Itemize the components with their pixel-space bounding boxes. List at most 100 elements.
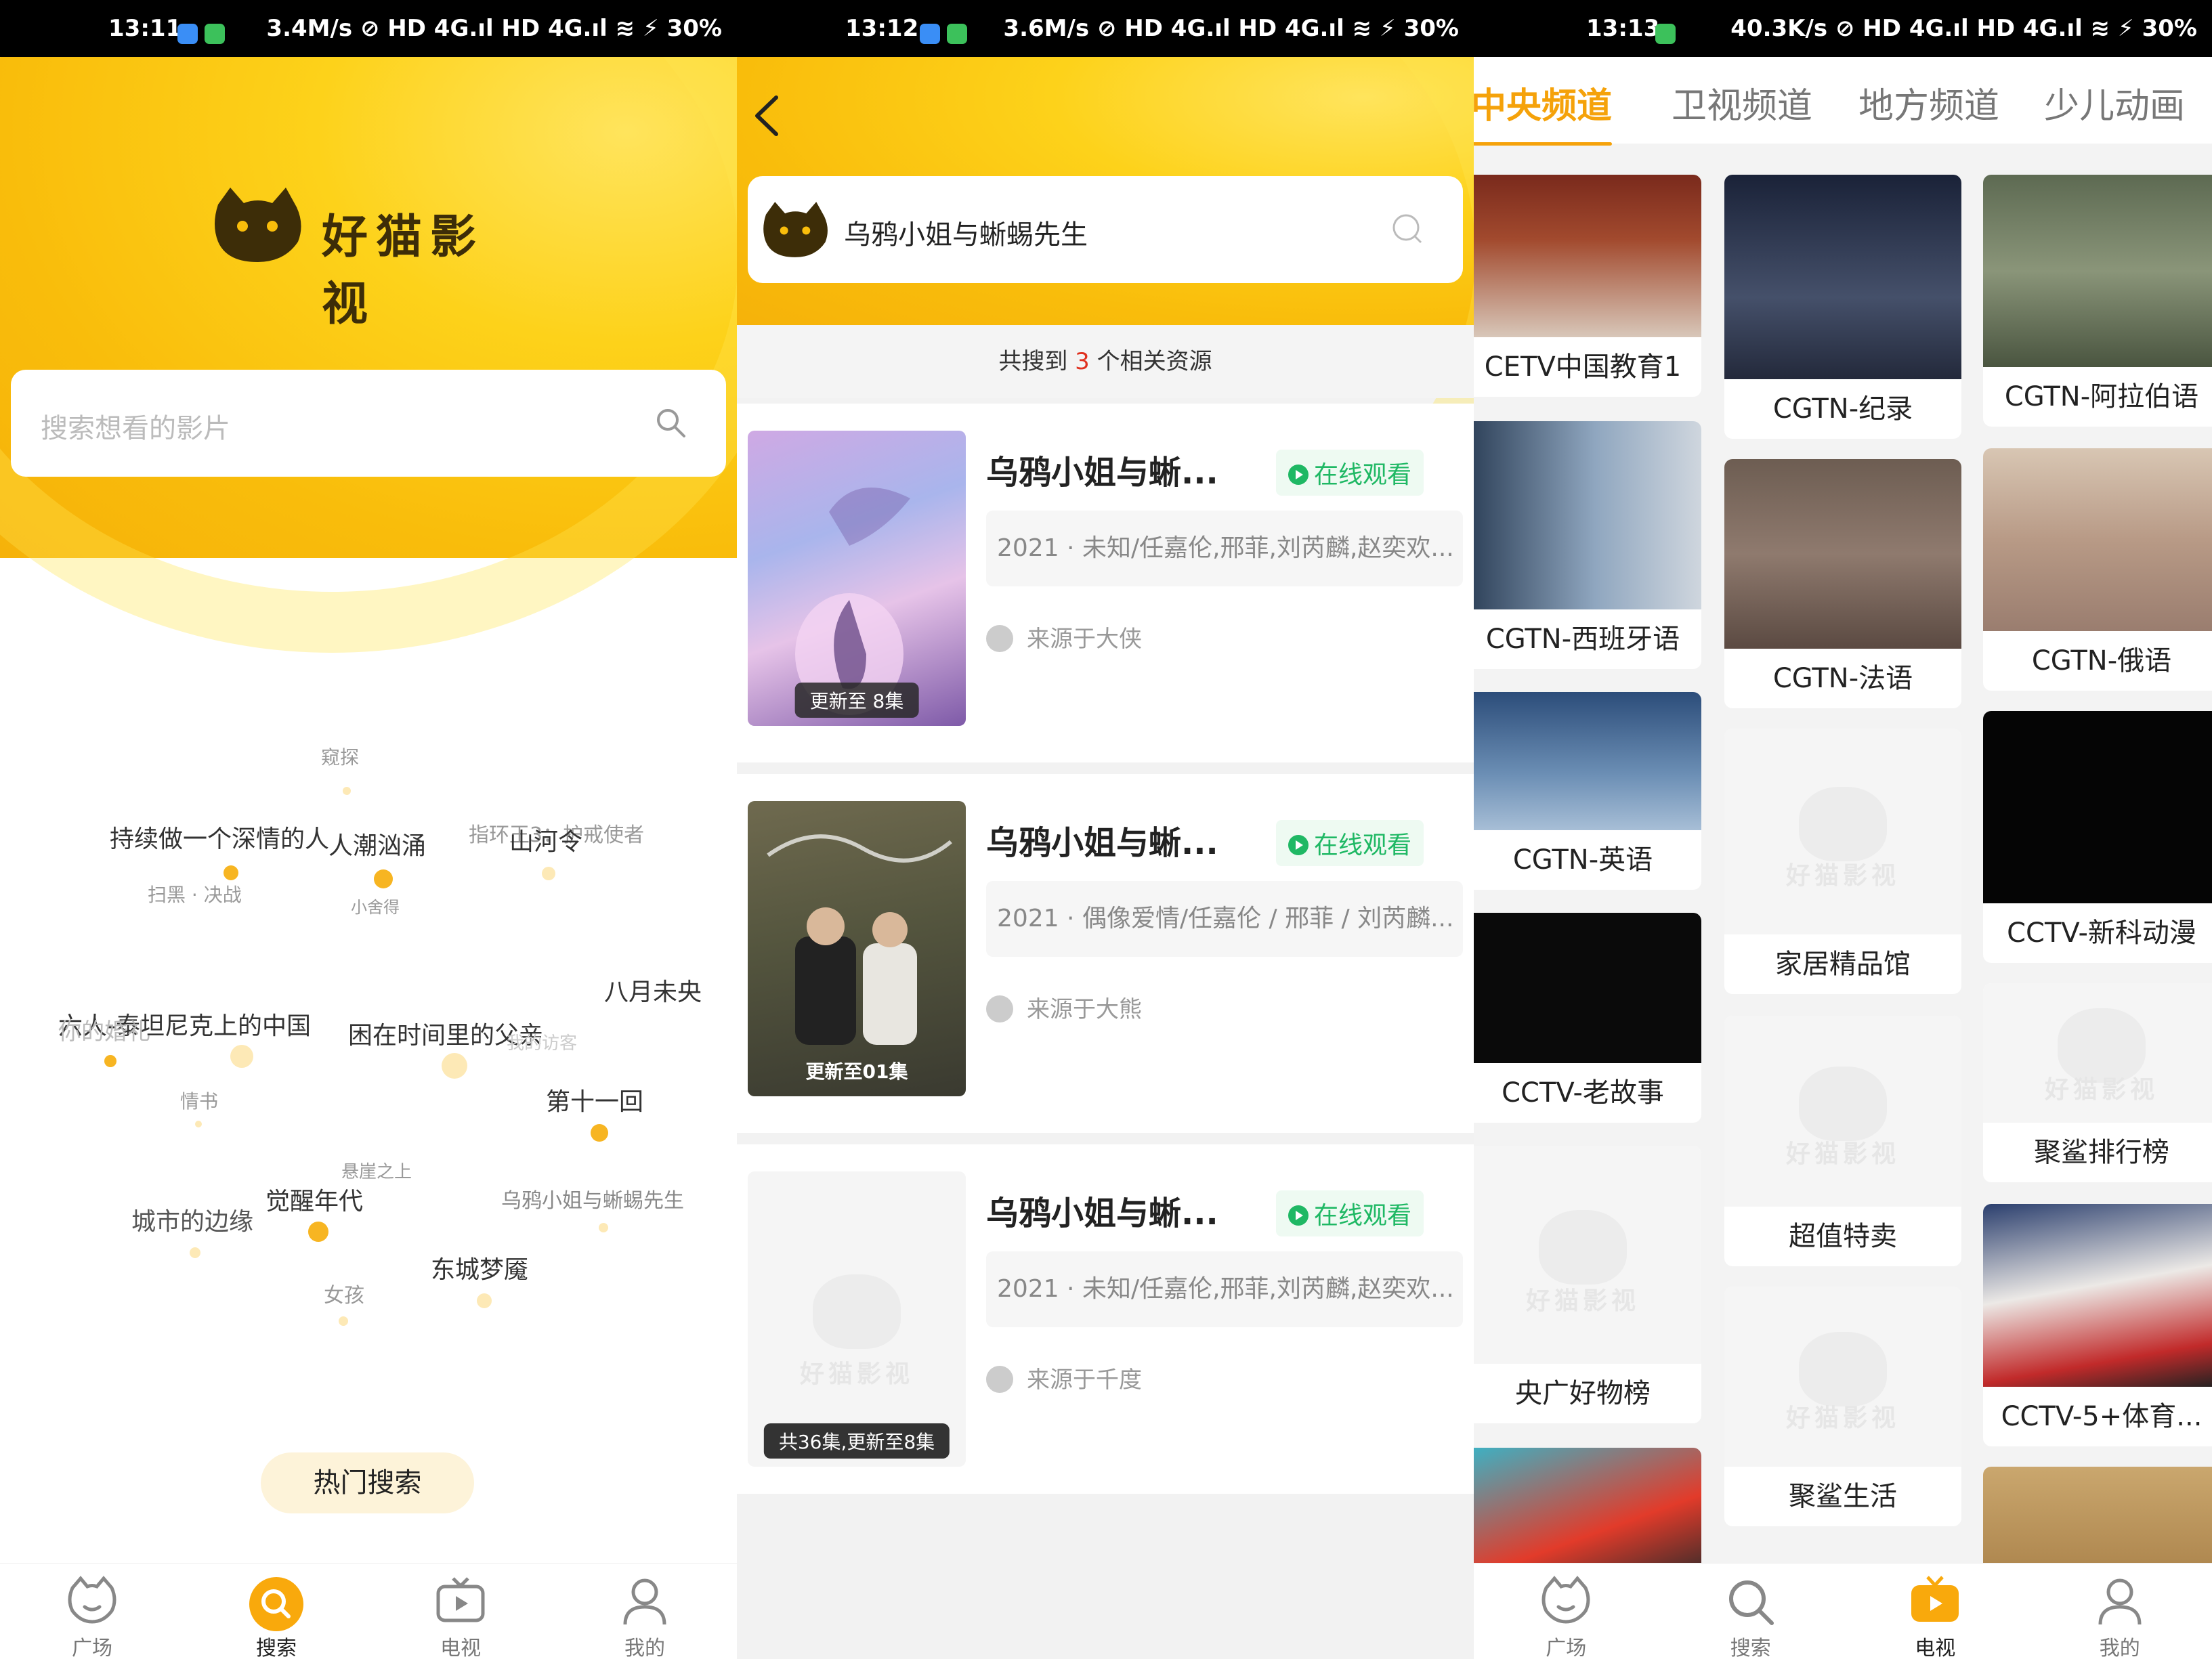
placeholder-cat-icon	[1799, 1332, 1887, 1406]
status-indicators: 3.6M/s ⊘ HD 4G.ıl HD 4G.ıl ≋ ⚡ 30%	[1003, 15, 1459, 42]
cloud-term[interactable]: 你的婚礼	[58, 1013, 150, 1046]
cloud-dot	[195, 1121, 202, 1127]
search-bar[interactable]: 乌鸦小姐与蜥蜴先生	[748, 176, 1463, 283]
channel-thumbnail	[1983, 175, 2212, 367]
tab-tv[interactable]: 电视	[368, 1564, 553, 1659]
result-poster[interactable]: 更新至 8集	[748, 431, 966, 726]
channel-thumbnail	[1724, 459, 1961, 649]
status-indicators: 40.3K/s ⊘ HD 4G.ıl HD 4G.ıl ≋ ⚡ 30%	[1730, 15, 2197, 42]
source-avatar-icon	[986, 1366, 1013, 1393]
tv-icon	[436, 1577, 485, 1622]
cloud-term[interactable]: 乌鸦小姐与蜥蜴先生	[501, 1184, 684, 1213]
watch-online-button[interactable]: 在线观看	[1276, 820, 1424, 866]
channel-card[interactable]: 好猫影视 聚鲨生活	[1724, 1287, 1961, 1526]
channel-card[interactable]: CCTV-老故事	[1474, 913, 1701, 1123]
cat-logo-icon	[215, 188, 301, 262]
cloud-term[interactable]: 城市的边缘	[131, 1202, 253, 1237]
profile-icon	[623, 1578, 666, 1625]
app-notification-icons	[171, 19, 225, 46]
status-bar: 13:12 3.6M/s ⊘ HD 4G.ıl HD 4G.ıl ≋ ⚡ 30%	[737, 0, 1474, 57]
tab-profile[interactable]: 我的	[2028, 1564, 2212, 1659]
cloud-dot	[477, 1293, 492, 1308]
placeholder-cat-icon	[1539, 1210, 1627, 1285]
watch-label: 在线观看	[1314, 832, 1412, 859]
watch-online-button[interactable]: 在线观看	[1276, 450, 1424, 496]
tab-search[interactable]: 搜索	[184, 1564, 368, 1659]
channel-name: 央广好物榜	[1515, 1378, 1651, 1409]
status-bar: 13:13 40.3K/s ⊘ HD 4G.ıl HD 4G.ıl ≋ ⚡ 30…	[1474, 0, 2212, 57]
placeholder-logo-text: 好猫影视	[2044, 1075, 2158, 1104]
placeholder-cat-icon	[1799, 1066, 1887, 1141]
result-title[interactable]: 乌鸦小姐与蜥...	[986, 446, 1218, 493]
status-bar: 13:11 3.4M/s ⊘ HD 4G.ıl HD 4G.ıl ≋ ⚡ 30%	[0, 0, 737, 57]
channel-name: CCTV-新科动漫	[2007, 918, 2196, 949]
tab-cctv[interactable]: 中央频道	[1474, 77, 1613, 146]
source-label: 来源于大熊	[1027, 996, 1142, 1023]
result-poster[interactable]: 好猫影视 共36集,更新至8集	[748, 1171, 966, 1467]
tab-satellite[interactable]: 卫视频道	[1672, 77, 1812, 128]
cloud-term[interactable]: 人潮汹涌	[328, 826, 426, 861]
channel-card[interactable]: 好猫影视 超值特卖	[1724, 1016, 1961, 1266]
cloud-term[interactable]: 小舍得	[351, 894, 400, 918]
search-icon[interactable]	[1391, 213, 1424, 245]
cloud-term[interactable]: 女孩	[324, 1278, 364, 1308]
poster-art	[795, 488, 910, 715]
cloud-term[interactable]: 扫黑 · 决战	[148, 880, 242, 907]
cloud-term[interactable]: 情书	[180, 1087, 218, 1114]
cloud-term[interactable]: 山河令	[509, 822, 582, 857]
search-bar[interactable]: 搜索想看的影片	[11, 370, 726, 477]
channel-card[interactable]: CGTN-英语	[1474, 692, 1701, 890]
result-title[interactable]: 乌鸦小姐与蜥...	[986, 816, 1218, 863]
tab-kids[interactable]: 少儿动画	[2044, 77, 2185, 128]
placeholder-logo-text: 好猫影视	[1785, 1404, 1900, 1432]
tab-plaza[interactable]: 广场	[0, 1564, 184, 1659]
result-source: 来源于大侠	[986, 620, 1142, 653]
channel-name: CGTN-俄语	[2031, 645, 2172, 676]
cloud-term[interactable]: 持续做一个深情的人	[110, 819, 329, 855]
result-card[interactable]: 更新至 8集 乌鸦小姐与蜥... 在线观看 2021 · 未知/任嘉伦,邢菲,刘…	[737, 404, 1474, 762]
search-icon[interactable]	[654, 406, 687, 439]
result-card[interactable]: 好猫影视 共36集,更新至8集 乌鸦小姐与蜥... 在线观看 2021 · 未知…	[737, 1144, 1474, 1494]
cloud-term[interactable]: 第十一回	[546, 1082, 643, 1117]
result-meta: 2021 · 未知/任嘉伦,邢菲,刘芮麟,赵奕欢...	[986, 1251, 1463, 1327]
cloud-term[interactable]: 东城梦魇	[431, 1250, 528, 1285]
tab-label: 搜索	[256, 1637, 297, 1659]
status-time: 13:12	[845, 15, 919, 42]
tab-search[interactable]: 搜索	[1659, 1564, 1844, 1659]
placeholder-logo-text: 好猫影视	[1785, 862, 1900, 890]
result-title[interactable]: 乌鸦小姐与蜥...	[986, 1186, 1218, 1234]
watch-online-button[interactable]: 在线观看	[1276, 1190, 1424, 1236]
cloud-term[interactable]: 我的访客	[507, 1029, 577, 1054]
result-card[interactable]: 更新至01集 乌鸦小姐与蜥... 在线观看 2021 · 偶像爱情/任嘉伦 / …	[737, 774, 1474, 1133]
tab-profile[interactable]: 我的	[553, 1564, 737, 1659]
channel-card[interactable]: CGTN-法语	[1724, 459, 1961, 708]
placeholder-logo-text: 好猫影视	[799, 1360, 914, 1389]
search-input[interactable]: 搜索想看的影片	[41, 406, 230, 446]
channel-card[interactable]: CGTN-俄语	[1983, 448, 2212, 691]
cloud-term[interactable]: 悬崖之上	[341, 1158, 412, 1183]
channel-card[interactable]: CGTN-西班牙语	[1474, 421, 1701, 669]
cloud-term[interactable]: 觉醒年代	[265, 1182, 363, 1217]
channel-thumbnail	[1983, 448, 2212, 631]
tab-local[interactable]: 地方频道	[1858, 77, 1999, 128]
channel-card[interactable]: CCTV-5+体育...	[1983, 1204, 2212, 1446]
cloud-term[interactable]: 八月未央	[604, 972, 702, 1008]
tab-tv[interactable]: 电视	[1843, 1564, 2028, 1659]
channel-name: CGTN-阿拉伯语	[2004, 381, 2199, 412]
result-poster[interactable]: 更新至01集	[748, 801, 966, 1096]
search-input[interactable]: 乌鸦小姐与蜥蜴先生	[844, 213, 1088, 252]
channel-card[interactable]: 好猫影视 央广好物榜	[1474, 1146, 1701, 1423]
cloud-dot	[104, 1055, 116, 1067]
back-arrow-icon[interactable]	[748, 92, 788, 139]
hot-search-label[interactable]: 热门搜索	[261, 1452, 474, 1513]
channel-card[interactable]: CCTV-新科动漫	[1983, 711, 2212, 963]
channel-card[interactable]: 好猫影视 聚鲨排行榜	[1983, 983, 2212, 1182]
channel-card[interactable]: CETV中国教育1	[1474, 175, 1701, 397]
channel-card[interactable]: 好猫影视 家居精品馆	[1724, 729, 1961, 994]
app-notification-icons	[1649, 19, 1676, 46]
channel-card[interactable]: CGTN-纪录	[1724, 175, 1961, 439]
cloud-term[interactable]: 窥探	[321, 743, 359, 770]
tab-plaza[interactable]: 广场	[1474, 1564, 1659, 1659]
channel-thumbnail	[1474, 175, 1701, 337]
channel-card[interactable]: CGTN-阿拉伯语	[1983, 175, 2212, 427]
